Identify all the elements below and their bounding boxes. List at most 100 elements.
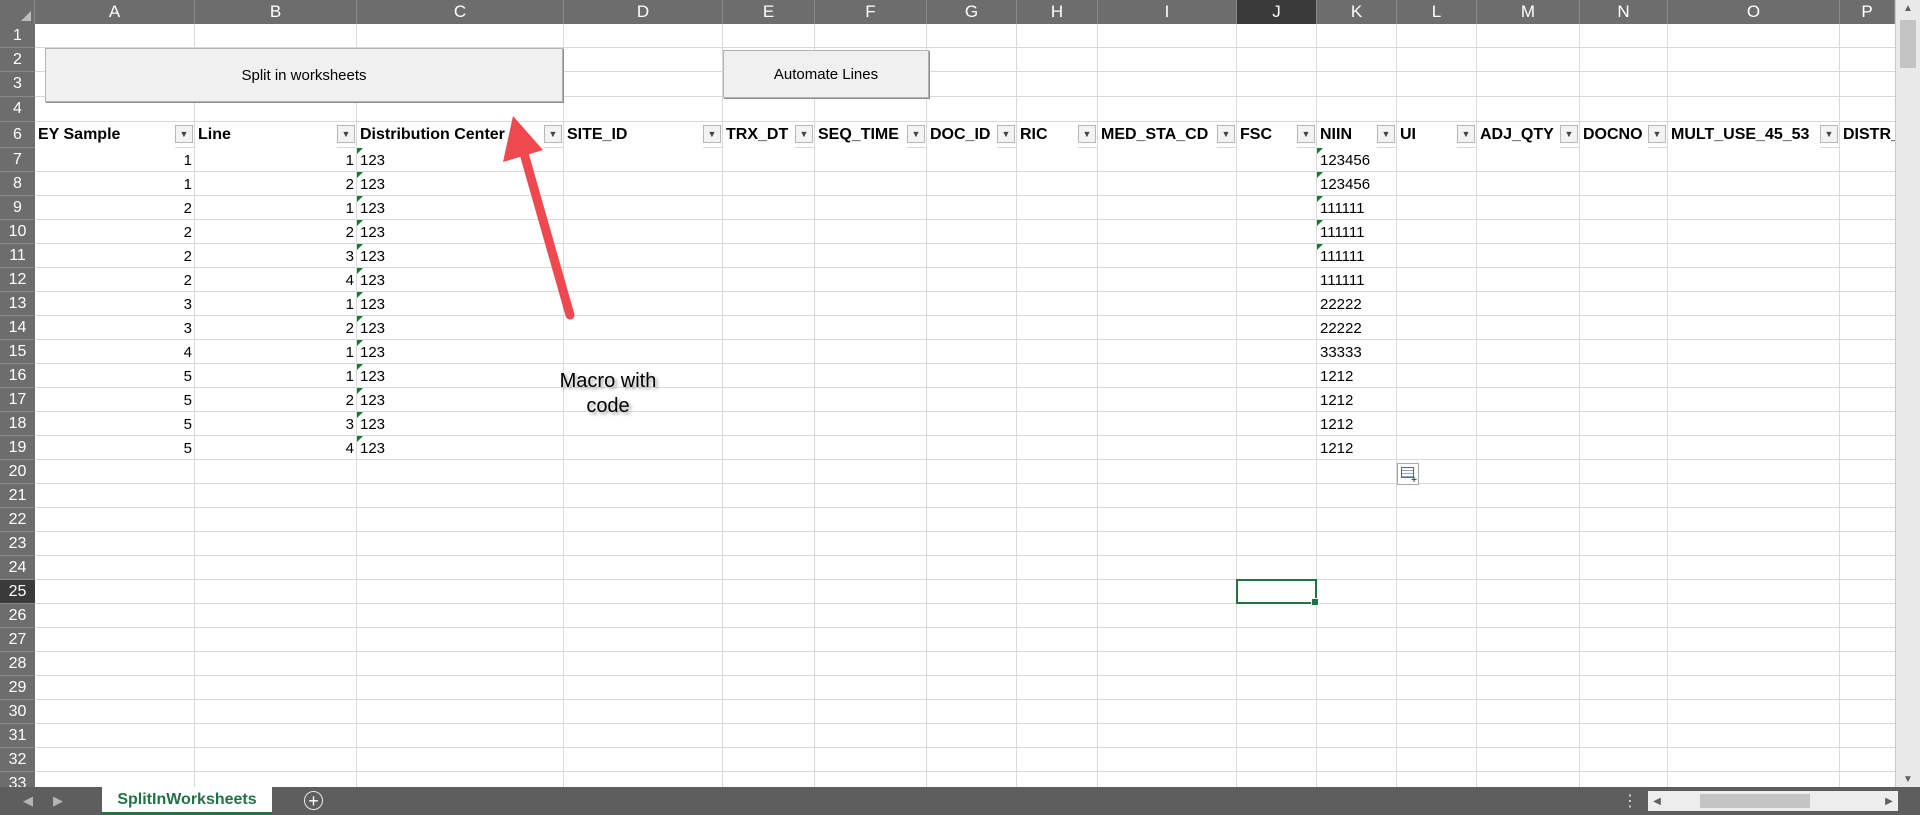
column-header-n[interactable]: N [1580, 0, 1668, 24]
cell-line[interactable]: 1 [195, 196, 357, 220]
row-header-13[interactable]: 13 [0, 292, 35, 316]
cell-distribution-center[interactable]: 123 [357, 388, 564, 412]
cell-niin[interactable]: 22222 [1317, 316, 1397, 340]
column-header-e[interactable]: E [723, 0, 815, 24]
row-header-31[interactable]: 31 [0, 724, 35, 748]
row-header-22[interactable]: 22 [0, 508, 35, 532]
cell-ey-sample[interactable]: 5 [35, 388, 195, 412]
plus-circle-icon[interactable]: + [304, 791, 323, 810]
cell-niin[interactable]: 111111 [1317, 268, 1397, 292]
cell-niin[interactable]: 111111 [1317, 196, 1397, 220]
cell-niin[interactable]: 1212 [1317, 436, 1397, 460]
cell-line[interactable]: 2 [195, 220, 357, 244]
row-header-12[interactable]: 12 [0, 268, 35, 292]
vertical-scrollbar[interactable]: ▲ ▼ [1895, 0, 1920, 787]
cell-line[interactable]: 4 [195, 268, 357, 292]
cell-line[interactable]: 4 [195, 436, 357, 460]
filter-dropdown-icon[interactable]: ▼ [1648, 125, 1666, 143]
horizontal-scroll-thumb[interactable] [1700, 794, 1810, 808]
paste-options-icon[interactable] [1397, 463, 1419, 486]
cell-line[interactable]: 3 [195, 412, 357, 436]
cell-ey-sample[interactable]: 4 [35, 340, 195, 364]
active-cell-j25[interactable] [1236, 579, 1319, 606]
filter-dropdown-icon[interactable]: ▼ [1078, 125, 1096, 143]
automate-lines-button[interactable]: Automate Lines [723, 50, 929, 98]
cell-niin[interactable]: 111111 [1317, 220, 1397, 244]
column-header-f[interactable]: F [815, 0, 927, 24]
scroll-left-arrow-icon[interactable]: ◀ [1648, 791, 1666, 811]
row-header-7[interactable]: 7 [0, 148, 35, 172]
column-header-m[interactable]: M [1477, 0, 1580, 24]
filter-dropdown-icon[interactable]: ▼ [337, 125, 355, 143]
cell-niin[interactable]: 22222 [1317, 292, 1397, 316]
cell-distribution-center[interactable]: 123 [357, 364, 564, 388]
row-header-11[interactable]: 11 [0, 244, 35, 268]
cell-niin[interactable]: 1212 [1317, 412, 1397, 436]
row-header-29[interactable]: 29 [0, 676, 35, 700]
cell-ey-sample[interactable]: 2 [35, 244, 195, 268]
cell-ey-sample[interactable]: 3 [35, 316, 195, 340]
cell-distribution-center[interactable]: 123 [357, 436, 564, 460]
filter-dropdown-icon[interactable]: ▼ [1820, 125, 1838, 143]
select-all-corner[interactable] [0, 0, 35, 24]
cell-ey-sample[interactable]: 5 [35, 436, 195, 460]
filter-dropdown-icon[interactable]: ▼ [997, 125, 1015, 143]
column-header-h[interactable]: H [1017, 0, 1098, 24]
cell-line[interactable]: 1 [195, 148, 357, 172]
cell-niin[interactable]: 33333 [1317, 340, 1397, 364]
filter-dropdown-icon[interactable]: ▼ [1560, 125, 1578, 143]
row-header-1[interactable]: 1 [0, 24, 35, 48]
filter-dropdown-icon[interactable]: ▼ [1457, 125, 1475, 143]
row-header-17[interactable]: 17 [0, 388, 35, 412]
filter-dropdown-icon[interactable]: ▼ [795, 125, 813, 143]
scroll-up-arrow-icon[interactable]: ▲ [1896, 0, 1920, 16]
row-header-20[interactable]: 20 [0, 460, 35, 484]
column-header-j[interactable]: J [1237, 0, 1317, 24]
filter-dropdown-icon[interactable]: ▼ [1377, 125, 1395, 143]
column-header-c[interactable]: C [357, 0, 564, 24]
column-header-g[interactable]: G [927, 0, 1017, 24]
row-header-23[interactable]: 23 [0, 532, 35, 556]
row-header-15[interactable]: 15 [0, 340, 35, 364]
row-header-27[interactable]: 27 [0, 628, 35, 652]
row-header-21[interactable]: 21 [0, 484, 35, 508]
row-header-6[interactable]: 6 [0, 122, 35, 148]
row-header-19[interactable]: 19 [0, 436, 35, 460]
row-header-33[interactable]: 33 [0, 772, 35, 787]
filter-dropdown-icon[interactable]: ▼ [175, 125, 193, 143]
row-header-14[interactable]: 14 [0, 316, 35, 340]
more-dots-icon[interactable]: ⋮ [1620, 787, 1640, 815]
cell-line[interactable]: 3 [195, 244, 357, 268]
column-header-d[interactable]: D [564, 0, 723, 24]
column-header-i[interactable]: I [1098, 0, 1237, 24]
row-header-30[interactable]: 30 [0, 700, 35, 724]
cell-line[interactable]: 1 [195, 292, 357, 316]
row-header-24[interactable]: 24 [0, 556, 35, 580]
row-header-2[interactable]: 2 [0, 48, 35, 72]
column-header-b[interactable]: B [195, 0, 357, 24]
split-in-worksheets-button[interactable]: Split in worksheets [45, 48, 563, 102]
cell-niin[interactable]: 111111 [1317, 244, 1397, 268]
cell-line[interactable]: 2 [195, 172, 357, 196]
filter-dropdown-icon[interactable]: ▼ [703, 125, 721, 143]
row-header-16[interactable]: 16 [0, 364, 35, 388]
filter-dropdown-icon[interactable]: ▼ [1297, 125, 1315, 143]
cell-distribution-center[interactable]: 123 [357, 340, 564, 364]
cell-niin[interactable]: 1212 [1317, 364, 1397, 388]
row-header-3[interactable]: 3 [0, 72, 35, 97]
cell-line[interactable]: 1 [195, 364, 357, 388]
cell-ey-sample[interactable]: 3 [35, 292, 195, 316]
cell-ey-sample[interactable]: 1 [35, 172, 195, 196]
column-header-k[interactable]: K [1317, 0, 1397, 24]
cell-distribution-center[interactable]: 123 [357, 412, 564, 436]
cell-ey-sample[interactable]: 5 [35, 412, 195, 436]
row-header-28[interactable]: 28 [0, 652, 35, 676]
cell-niin[interactable]: 123456 [1317, 172, 1397, 196]
vertical-scroll-thumb[interactable] [1900, 20, 1916, 68]
cell-niin[interactable]: 123456 [1317, 148, 1397, 172]
filter-dropdown-icon[interactable]: ▼ [907, 125, 925, 143]
filter-dropdown-icon[interactable]: ▼ [1217, 125, 1235, 143]
sheet-tab-splitinworksheets[interactable]: SplitInWorksheets [102, 787, 272, 815]
column-header-a[interactable]: A [35, 0, 195, 24]
cell-line[interactable]: 2 [195, 316, 357, 340]
